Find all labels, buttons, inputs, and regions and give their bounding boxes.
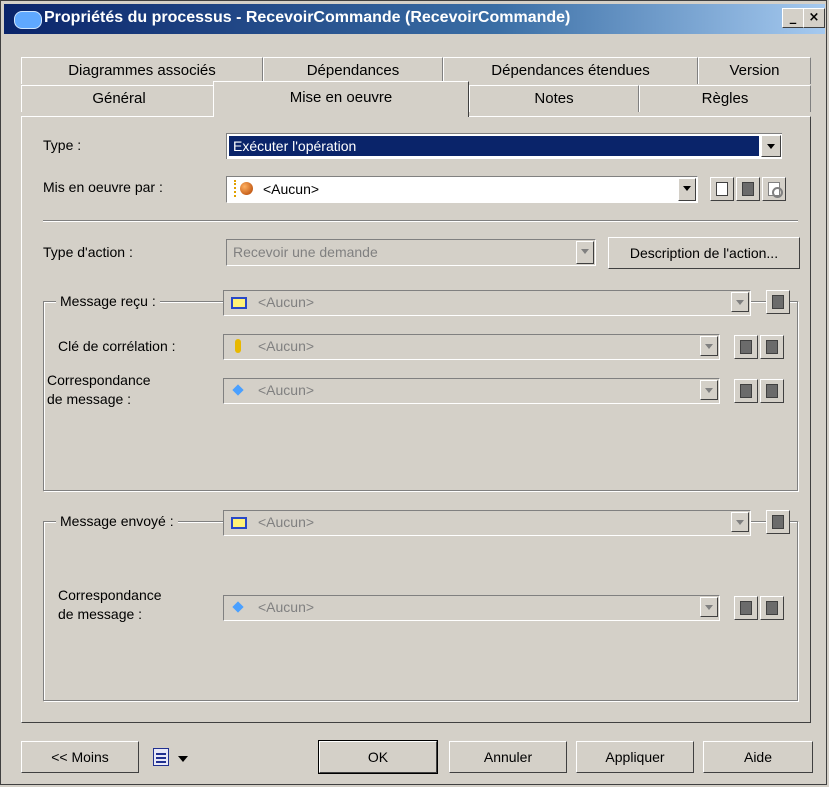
received-correspondence-value: <Aucun> <box>258 382 315 398</box>
apply-button[interactable]: Appliquer <box>576 741 694 773</box>
action-type-select[interactable]: Recevoir une demande <box>226 239 596 266</box>
tab-regles[interactable]: Règles <box>639 85 811 112</box>
action-type-label: Type d'action : <box>43 244 133 260</box>
ok-button[interactable]: OK <box>318 740 438 774</box>
print-icon <box>153 748 169 766</box>
window-title: Propriétés du processus - RecevoirComman… <box>44 9 571 26</box>
title-bar[interactable]: Propriétés du processus - RecevoirComman… <box>4 4 825 34</box>
chevron-down-icon <box>178 756 188 762</box>
window-icon <box>14 11 42 29</box>
properties-dialog: Propriétés du processus - RecevoirComman… <box>0 0 827 785</box>
correlation-properties-button[interactable] <box>760 335 784 359</box>
correlation-select[interactable]: <Aucun> <box>223 334 720 360</box>
impl-label: Mis en oeuvre par : <box>43 179 163 195</box>
properties-icon <box>768 182 783 198</box>
correlation-value: <Aucun> <box>258 338 315 354</box>
sent-message-label: Message envoyé : <box>56 513 178 529</box>
new-doc-icon <box>716 182 728 196</box>
sent-message-select[interactable]: <Aucun> <box>223 510 751 536</box>
correlation-select-button[interactable] <box>734 335 758 359</box>
impl-select[interactable]: <Aucun> <box>226 176 698 203</box>
cancel-button[interactable]: Annuler <box>449 741 567 773</box>
received-correspondence-label-1: Correspondance <box>47 372 151 388</box>
diamond-icon <box>232 601 244 613</box>
less-button[interactable]: << Moins <box>21 741 139 773</box>
properties-icon <box>772 515 784 529</box>
received-message-select[interactable]: <Aucun> <box>223 290 751 316</box>
key-icon <box>235 339 241 353</box>
chevron-down-icon[interactable] <box>731 512 749 532</box>
chevron-down-icon[interactable] <box>700 336 718 356</box>
chevron-down-icon[interactable] <box>700 380 718 400</box>
tab-dependances[interactable]: Dépendances <box>263 57 443 84</box>
object-icon-ball <box>240 182 253 195</box>
properties-icon <box>766 601 778 615</box>
action-type-value: Recevoir une demande <box>233 244 378 260</box>
select-icon <box>740 384 752 398</box>
select-icon <box>740 601 752 615</box>
sent-correspondence-label-2: de message : <box>58 606 143 622</box>
chevron-down-icon[interactable] <box>731 292 749 312</box>
type-label: Type : <box>43 137 82 153</box>
properties-icon <box>766 340 778 354</box>
chevron-down-icon[interactable] <box>576 241 594 264</box>
chevron-down-icon[interactable] <box>678 178 696 201</box>
received-correspondence-select-button[interactable] <box>734 379 758 403</box>
received-correspondence-label-2: de message : <box>47 391 132 407</box>
chevron-down-icon[interactable] <box>761 135 781 157</box>
type-select-value: Exécuter l'opération <box>229 136 759 156</box>
received-message-value: <Aucun> <box>258 294 315 310</box>
sent-correspondence-label-1: Correspondance <box>58 587 162 603</box>
sent-message-value: <Aucun> <box>258 514 315 530</box>
properties-button[interactable] <box>762 177 786 201</box>
sent-correspondence-properties-button[interactable] <box>760 596 784 620</box>
correlation-label: Clé de corrélation : <box>58 338 176 354</box>
received-correspondence-properties-button[interactable] <box>760 379 784 403</box>
tab-dependances-etendues[interactable]: Dépendances étendues <box>443 57 698 84</box>
received-correspondence-select[interactable]: <Aucun> <box>223 378 720 404</box>
message-icon <box>231 517 247 529</box>
tab-mise-en-oeuvre[interactable]: Mise en oeuvre <box>213 81 469 117</box>
properties-icon <box>772 295 784 309</box>
help-button[interactable]: Aide <box>703 741 813 773</box>
tab-general[interactable]: Général <box>21 85 217 112</box>
sent-correspondence-select-button[interactable] <box>734 596 758 620</box>
select-object-button[interactable] <box>736 177 760 201</box>
separator <box>43 220 798 222</box>
message-icon <box>231 297 247 309</box>
new-object-button[interactable] <box>710 177 734 201</box>
properties-icon <box>766 384 778 398</box>
sent-correspondence-select[interactable]: <Aucun> <box>223 595 720 621</box>
received-message-label: Message reçu : <box>56 293 160 309</box>
minimize-button[interactable]: _ <box>782 8 804 28</box>
impl-value: <Aucun> <box>263 181 320 197</box>
sent-properties-button[interactable] <box>766 510 790 534</box>
diamond-icon <box>232 384 244 396</box>
print-menu-button[interactable] <box>149 745 204 771</box>
close-button[interactable]: × <box>803 8 825 28</box>
chevron-down-icon[interactable] <box>700 597 718 617</box>
received-properties-button[interactable] <box>766 290 790 314</box>
tab-notes[interactable]: Notes <box>469 85 639 112</box>
select-icon <box>740 340 752 354</box>
list-icon <box>742 182 754 196</box>
sent-correspondence-value: <Aucun> <box>258 599 315 615</box>
tab-diagrammes-associes[interactable]: Diagrammes associés <box>21 57 263 84</box>
action-description-button[interactable]: Description de l'action... <box>608 237 800 269</box>
tab-version[interactable]: Version <box>698 57 811 84</box>
type-select[interactable]: Exécuter l'opération <box>226 133 782 159</box>
